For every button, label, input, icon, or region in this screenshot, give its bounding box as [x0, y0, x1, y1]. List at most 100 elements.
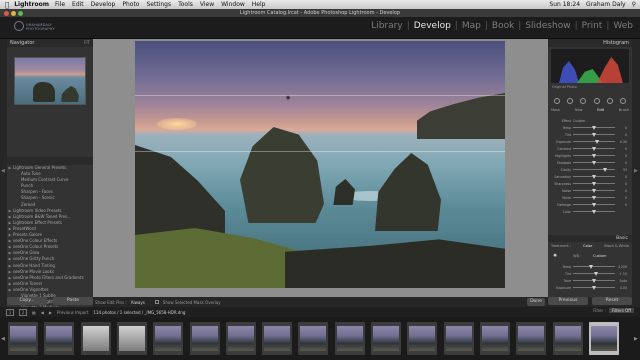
crop-tool-icon[interactable] — [554, 98, 560, 104]
reset-button[interactable]: Reset — [592, 297, 632, 305]
treatment-color[interactable]: Color — [583, 244, 592, 248]
slider-track[interactable] — [573, 167, 615, 172]
module-map[interactable]: Map — [461, 21, 482, 31]
slider-knob[interactable] — [592, 202, 596, 207]
slider-track[interactable] — [573, 202, 615, 207]
basic-header[interactable]: Basic — [548, 235, 632, 242]
filter-select[interactable]: Filters Off — [608, 308, 634, 313]
back-arrow-icon[interactable]: ◀ — [41, 310, 44, 315]
menu-develop[interactable]: Develop — [91, 1, 116, 8]
minimize-window-button[interactable] — [11, 10, 16, 16]
menu-help[interactable]: Help — [252, 1, 266, 8]
slider-track[interactable] — [573, 188, 615, 193]
slider-value[interactable]: 0 — [615, 189, 627, 193]
edit-pin-icon[interactable]: ◉ — [286, 95, 290, 101]
filmstrip-thumbnail[interactable] — [80, 322, 111, 355]
edit-pins-select[interactable]: Always — [131, 300, 145, 305]
user-name[interactable]: Graham Daly — [586, 1, 626, 8]
slider-track[interactable] — [573, 264, 615, 269]
slider-track[interactable] — [573, 278, 615, 283]
slider-value[interactable]: 4,200 — [615, 265, 627, 269]
slider-track[interactable] — [573, 195, 615, 200]
apple-menu-icon[interactable]:  — [5, 1, 9, 9]
slider-value[interactable]: 53 — [615, 168, 627, 172]
module-print[interactable]: Print — [581, 21, 604, 31]
slider-value[interactable]: 0 — [615, 175, 627, 179]
effect-select[interactable]: Custom — [573, 119, 585, 123]
slider-knob[interactable] — [595, 139, 600, 144]
histogram-header[interactable]: Histogram — [548, 39, 632, 47]
slider-track[interactable] — [573, 174, 615, 179]
slider-track[interactable] — [573, 160, 615, 165]
slider-value[interactable]: 0 — [615, 161, 627, 165]
copy-button[interactable]: Copy... — [7, 297, 47, 305]
slider-value[interactable]: 0 — [615, 182, 627, 186]
filmstrip-thumbnail[interactable] — [44, 322, 75, 355]
filmstrip-thumbnail[interactable] — [479, 322, 510, 355]
filmstrip-thumbnail[interactable] — [116, 322, 147, 355]
close-window-button[interactable] — [4, 10, 9, 16]
grid-view-icon[interactable]: ▦ — [32, 310, 36, 315]
menu-tools[interactable]: Tools — [178, 1, 193, 8]
presets-header[interactable] — [7, 157, 93, 165]
slider-value[interactable]: 0 — [615, 133, 627, 137]
slider-knob[interactable] — [592, 285, 596, 290]
graduated-filter-icon[interactable] — [593, 98, 600, 104]
slider-knob[interactable] — [592, 160, 596, 165]
menu-window[interactable]: Window — [221, 1, 245, 8]
slider-track[interactable] — [573, 153, 615, 158]
menu-photo[interactable]: Photo — [122, 1, 139, 8]
secondary-display-button[interactable]: 2 — [19, 308, 27, 316]
left-panel-toggle-icon[interactable]: ◀ — [1, 168, 5, 174]
slider-knob[interactable] — [592, 146, 596, 151]
filmstrip-thumbnail[interactable] — [225, 322, 256, 355]
menu-file[interactable]: File — [55, 1, 65, 8]
filmstrip-scroll-left-icon[interactable]: ◀ — [1, 336, 5, 342]
slider-knob[interactable] — [592, 188, 596, 193]
selection-count[interactable]: 114 photos / 1 selected / _IMG_5658-HDR.… — [93, 310, 185, 315]
original-photo-label[interactable]: Original Photo — [552, 85, 577, 89]
slider-knob[interactable] — [592, 132, 596, 137]
slider-knob[interactable] — [588, 264, 593, 269]
navigator-header[interactable]: Navigator FIT — [7, 39, 93, 47]
spotlight-icon[interactable]: ⚲ — [632, 1, 636, 8]
previous-import-label[interactable]: Previous Import — [57, 310, 88, 315]
menu-edit[interactable]: Edit — [72, 1, 84, 8]
right-panel-toggle-icon[interactable]: ▶ — [634, 168, 638, 174]
filmstrip-thumbnail[interactable] — [189, 322, 220, 355]
slider-value[interactable]: + 10 — [615, 272, 627, 276]
slider-track[interactable] — [573, 181, 615, 186]
paste-button[interactable]: Paste — [53, 297, 93, 305]
adjustment-brush-icon[interactable] — [619, 98, 626, 104]
filmstrip-thumbnail[interactable] — [262, 322, 293, 355]
slider-value[interactable]: Auto — [615, 279, 627, 283]
gradient-guide-line[interactable] — [135, 151, 505, 152]
slider-track[interactable] — [573, 139, 615, 144]
module-web[interactable]: Web — [612, 21, 634, 31]
slider-value[interactable]: 0 — [615, 154, 627, 158]
tab-new[interactable]: New — [575, 108, 583, 112]
slider-knob[interactable] — [592, 181, 596, 186]
slider-value[interactable]: 0 — [615, 196, 627, 200]
tab-brush[interactable]: Brush — [619, 108, 629, 112]
filmstrip-thumbnail[interactable] — [334, 322, 365, 355]
wb-select[interactable]: Custom — [593, 254, 606, 258]
mask-overlay-checkbox[interactable] — [154, 300, 159, 304]
filmstrip-thumbnail[interactable] — [552, 322, 583, 355]
module-develop[interactable]: Develop — [413, 21, 452, 31]
main-photo[interactable]: ◉ — [135, 41, 505, 288]
zoom-window-button[interactable] — [18, 10, 23, 16]
filmstrip-thumbnail[interactable] — [8, 322, 38, 355]
slider-track[interactable] — [573, 285, 615, 290]
done-button[interactable]: Done — [527, 298, 545, 306]
slider-knob[interactable] — [592, 278, 596, 283]
slider-value[interactable]: 0.30 — [615, 140, 627, 144]
slider-knob[interactable] — [592, 209, 596, 214]
slider-track[interactable] — [573, 132, 615, 137]
clock[interactable]: Sun 18:24 — [549, 1, 580, 8]
slider-knob[interactable] — [592, 174, 596, 179]
module-library[interactable]: Library — [370, 21, 403, 31]
slider-knob[interactable] — [602, 167, 607, 172]
filmstrip-thumbnail[interactable] — [443, 322, 474, 355]
tab-mask[interactable]: Mask — [551, 108, 560, 112]
